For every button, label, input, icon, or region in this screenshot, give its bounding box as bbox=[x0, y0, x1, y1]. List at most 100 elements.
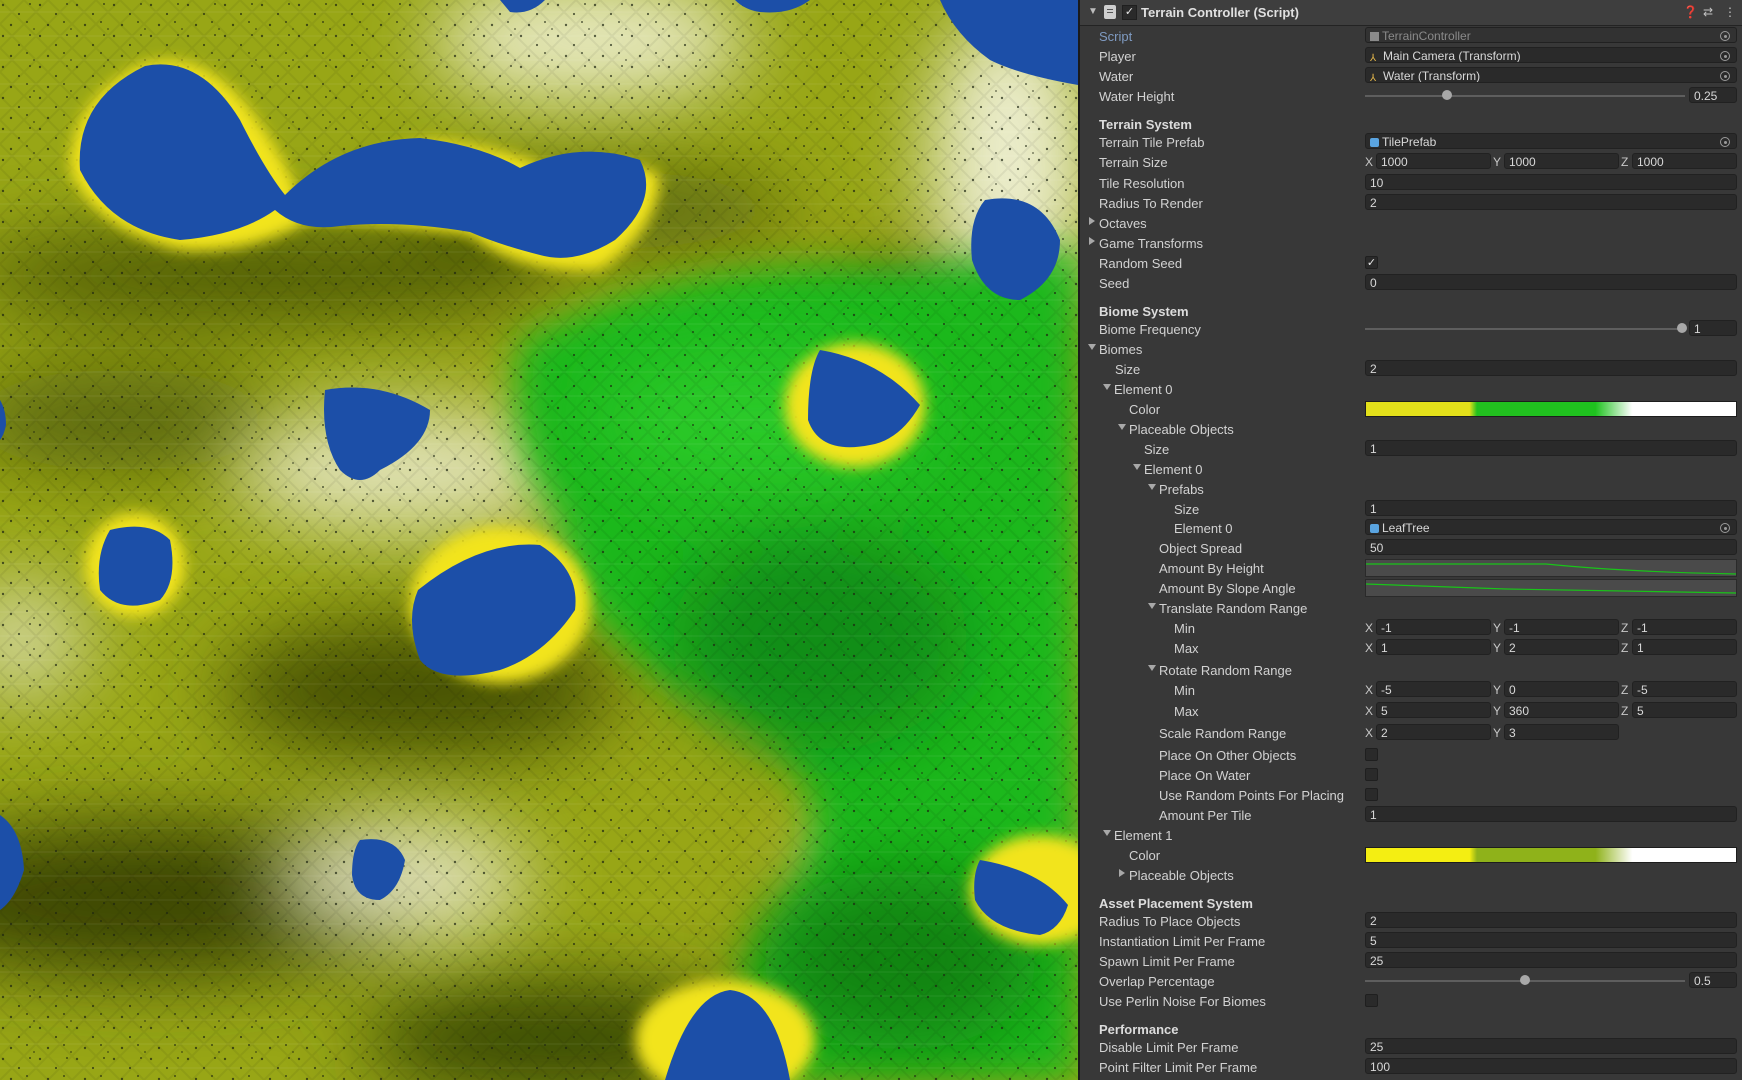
element1-placeable-objects-foldout[interactable]: Placeable Objects bbox=[1129, 868, 1234, 883]
terrain-size-x[interactable]: 1000 bbox=[1376, 153, 1491, 169]
biome-element1-row[interactable]: Element 1 bbox=[1080, 825, 1742, 845]
translate-min-y[interactable]: -1 bbox=[1504, 619, 1619, 635]
biome-frequency-slider-track[interactable] bbox=[1365, 328, 1685, 330]
biomes-row[interactable]: Biomes bbox=[1080, 339, 1742, 359]
object-picker-icon[interactable] bbox=[1720, 71, 1730, 81]
biome-element1-foldout[interactable]: Element 1 bbox=[1114, 828, 1173, 843]
placeable-element0-row[interactable]: Element 0 bbox=[1080, 459, 1742, 479]
rotate-max-x[interactable]: 5 bbox=[1376, 702, 1491, 718]
translate-range-foldout[interactable]: Translate Random Range bbox=[1159, 601, 1307, 616]
component-header[interactable]: ▼ ✓ Terrain Controller (Script) ❓ ⇄ ⋮ bbox=[1080, 0, 1742, 26]
foldout-arrow-icon[interactable] bbox=[1119, 869, 1125, 877]
rotate-min-x[interactable]: -5 bbox=[1376, 681, 1491, 697]
point-filter-input[interactable]: 100 bbox=[1365, 1058, 1737, 1074]
foldout-arrow-icon[interactable] bbox=[1088, 344, 1096, 350]
biome-element1-gradient[interactable] bbox=[1365, 847, 1737, 863]
player-field[interactable]: ⅄ Main Camera (Transform) bbox=[1365, 47, 1737, 63]
amount-per-tile-input[interactable]: 1 bbox=[1365, 806, 1737, 822]
foldout-arrow-icon[interactable] bbox=[1148, 665, 1156, 671]
placeable-objects-row[interactable]: Placeable Objects bbox=[1080, 419, 1742, 439]
prefab-element0-row: Element 0 LeafTree bbox=[1080, 518, 1742, 538]
axis-y-label: Y bbox=[1493, 641, 1502, 655]
scene-view[interactable] bbox=[0, 0, 1078, 1080]
perlin-noise-checkbox[interactable] bbox=[1365, 994, 1378, 1007]
biomes-foldout[interactable]: Biomes bbox=[1099, 342, 1142, 357]
object-picker-icon[interactable] bbox=[1720, 137, 1730, 147]
placeable-objects-foldout[interactable]: Placeable Objects bbox=[1129, 422, 1234, 437]
overlap-value[interactable]: 0.5 bbox=[1689, 972, 1737, 988]
biomes-size-input[interactable]: 2 bbox=[1365, 360, 1737, 376]
translate-min-z[interactable]: -1 bbox=[1632, 619, 1737, 635]
foldout-arrow-icon[interactable] bbox=[1089, 217, 1095, 225]
foldout-arrow-icon[interactable]: ▼ bbox=[1088, 6, 1098, 17]
game-transforms-foldout[interactable]: Game Transforms bbox=[1099, 236, 1203, 251]
placeable-size-input[interactable]: 1 bbox=[1365, 440, 1737, 456]
scale-range-x[interactable]: 2 bbox=[1376, 724, 1491, 740]
instantiation-limit-input[interactable]: 5 bbox=[1365, 932, 1737, 948]
terrain-size-z[interactable]: 1000 bbox=[1632, 153, 1737, 169]
amount-by-slope-curve[interactable] bbox=[1365, 579, 1737, 597]
biome-frequency-value[interactable]: 1 bbox=[1689, 320, 1737, 336]
tile-resolution-row: Tile Resolution 10 bbox=[1080, 173, 1742, 193]
rotate-min-y[interactable]: 0 bbox=[1504, 681, 1619, 697]
prefabs-row[interactable]: Prefabs bbox=[1080, 479, 1742, 499]
random-seed-checkbox[interactable]: ✓ bbox=[1365, 256, 1378, 269]
translate-max-z[interactable]: 1 bbox=[1632, 639, 1737, 655]
translate-max-y[interactable]: 2 bbox=[1504, 639, 1619, 655]
disable-limit-input[interactable]: 25 bbox=[1365, 1038, 1737, 1054]
prefab-element0-field[interactable]: LeafTree bbox=[1365, 519, 1737, 535]
radius-to-render-input[interactable]: 2 bbox=[1365, 194, 1737, 210]
placeable-element0-foldout[interactable]: Element 0 bbox=[1144, 462, 1203, 477]
element1-placeable-objects-row[interactable]: Placeable Objects bbox=[1080, 865, 1742, 885]
water-field[interactable]: ⅄ Water (Transform) bbox=[1365, 67, 1737, 83]
game-transforms-row[interactable]: Game Transforms bbox=[1080, 233, 1742, 253]
translate-min-x[interactable]: -1 bbox=[1376, 619, 1491, 635]
rotate-max-z[interactable]: 5 bbox=[1632, 702, 1737, 718]
foldout-arrow-icon[interactable] bbox=[1118, 424, 1126, 430]
object-picker-icon[interactable] bbox=[1720, 523, 1730, 533]
help-icon[interactable]: ❓ bbox=[1683, 5, 1698, 19]
place-on-other-checkbox[interactable] bbox=[1365, 748, 1378, 761]
foldout-arrow-icon[interactable] bbox=[1103, 384, 1111, 390]
rotate-range-row[interactable]: Rotate Random Range bbox=[1080, 660, 1742, 680]
foldout-arrow-icon[interactable] bbox=[1133, 464, 1141, 470]
biome-element0-foldout[interactable]: Element 0 bbox=[1114, 382, 1173, 397]
preset-icon[interactable]: ⇄ bbox=[1703, 5, 1713, 19]
foldout-arrow-icon[interactable] bbox=[1103, 830, 1111, 836]
octaves-row[interactable]: Octaves bbox=[1080, 213, 1742, 233]
tile-prefab-field[interactable]: TilePrefab bbox=[1365, 133, 1737, 149]
biome-frequency-slider-thumb[interactable] bbox=[1677, 323, 1687, 333]
object-spread-input[interactable]: 50 bbox=[1365, 539, 1737, 555]
object-picker-icon[interactable] bbox=[1720, 51, 1730, 61]
rotate-range-foldout[interactable]: Rotate Random Range bbox=[1159, 663, 1292, 678]
use-random-points-checkbox[interactable] bbox=[1365, 788, 1378, 801]
rotate-min-z[interactable]: -5 bbox=[1632, 681, 1737, 697]
terrain-size-y[interactable]: 1000 bbox=[1504, 153, 1619, 169]
foldout-arrow-icon[interactable] bbox=[1089, 237, 1095, 245]
octaves-foldout[interactable]: Octaves bbox=[1099, 216, 1147, 231]
radius-to-place-input[interactable]: 2 bbox=[1365, 912, 1737, 928]
tile-resolution-input[interactable]: 10 bbox=[1365, 174, 1737, 190]
biome-element0-row[interactable]: Element 0 bbox=[1080, 379, 1742, 399]
amount-by-height-curve[interactable] bbox=[1365, 559, 1737, 577]
place-on-water-checkbox[interactable] bbox=[1365, 768, 1378, 781]
prefabs-foldout[interactable]: Prefabs bbox=[1159, 482, 1204, 497]
water-height-slider-thumb[interactable] bbox=[1442, 90, 1452, 100]
foldout-arrow-icon[interactable] bbox=[1148, 603, 1156, 609]
prefabs-size-input[interactable]: 1 bbox=[1365, 500, 1737, 516]
axis-y-label: Y bbox=[1493, 726, 1502, 740]
component-enabled-toggle[interactable]: ✓ bbox=[1122, 5, 1137, 20]
foldout-arrow-icon[interactable] bbox=[1148, 484, 1156, 490]
water-height-slider-track[interactable] bbox=[1365, 95, 1685, 97]
rotate-max-y[interactable]: 360 bbox=[1504, 702, 1619, 718]
more-icon[interactable]: ⋮ bbox=[1724, 5, 1736, 19]
water-height-value[interactable]: 0.25 bbox=[1689, 87, 1737, 103]
overlap-slider-thumb[interactable] bbox=[1520, 975, 1530, 985]
spawn-limit-input[interactable]: 25 bbox=[1365, 952, 1737, 968]
translate-max-x[interactable]: 1 bbox=[1376, 639, 1491, 655]
seed-input[interactable]: 0 bbox=[1365, 274, 1737, 290]
scale-range-y[interactable]: 3 bbox=[1504, 724, 1619, 740]
biome-element0-gradient[interactable] bbox=[1365, 401, 1737, 417]
prefab-icon bbox=[1370, 138, 1379, 147]
translate-range-row[interactable]: Translate Random Range bbox=[1080, 598, 1742, 618]
